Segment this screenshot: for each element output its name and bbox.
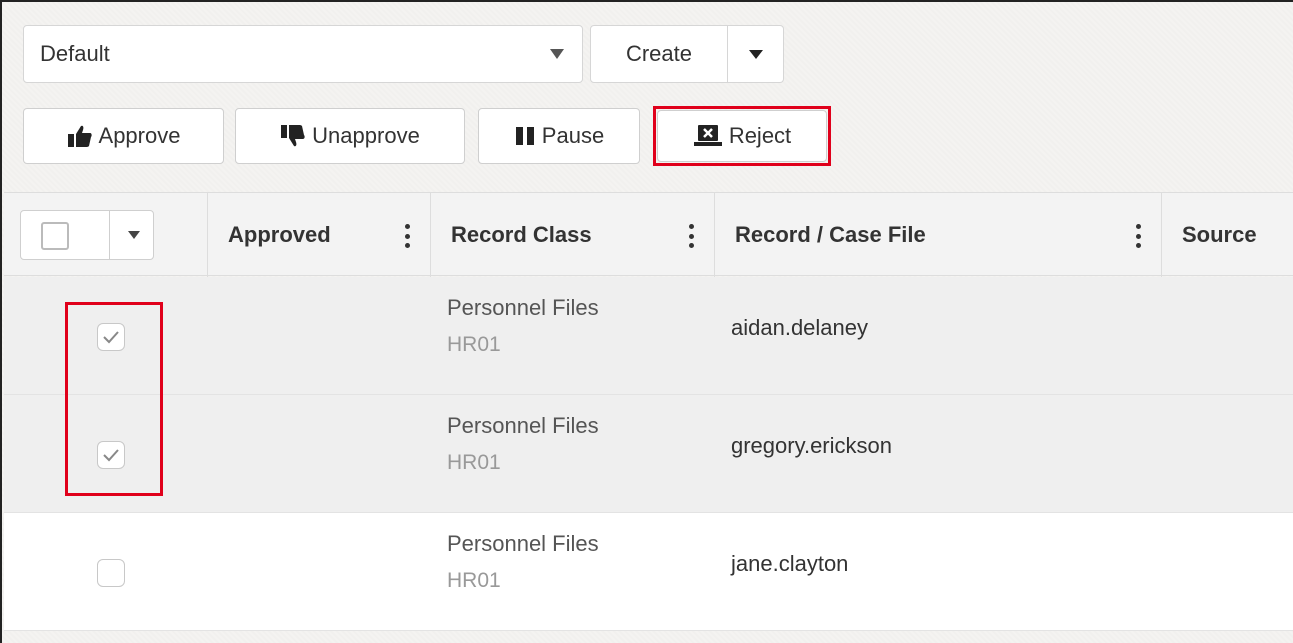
column-header-record-case-file[interactable]: Record / Case File bbox=[714, 193, 1161, 277]
records-table: Approved Record Class Record / Case File… bbox=[4, 192, 1293, 643]
caret-down-icon bbox=[550, 49, 564, 59]
column-header-source[interactable]: Source bbox=[1161, 193, 1293, 277]
column-menu-icon[interactable] bbox=[689, 224, 694, 248]
record-class-code: HR01 bbox=[447, 451, 501, 474]
pause-button[interactable]: Pause bbox=[478, 108, 640, 164]
table-header: Approved Record Class Record / Case File… bbox=[4, 192, 1293, 277]
column-header-label: Approved bbox=[228, 222, 331, 247]
reject-button[interactable]: Reject bbox=[657, 110, 827, 162]
create-dropdown-toggle[interactable] bbox=[728, 25, 784, 83]
view-select-value: Default bbox=[40, 41, 110, 66]
select-all-control[interactable] bbox=[20, 210, 154, 260]
column-header-record-class[interactable]: Record Class bbox=[430, 193, 714, 277]
column-header-approved[interactable]: Approved bbox=[207, 193, 430, 277]
record-class-name: Personnel Files bbox=[447, 413, 599, 438]
checkmark-icon bbox=[103, 449, 119, 462]
table-row[interactable]: Personnel Files HR01 jane.clayton bbox=[4, 513, 1293, 631]
row-checkbox[interactable] bbox=[97, 441, 125, 469]
unapprove-label: Unapprove bbox=[312, 123, 420, 148]
record-class-name: Personnel Files bbox=[447, 295, 599, 320]
approve-label: Approve bbox=[98, 123, 181, 148]
pause-icon bbox=[514, 125, 536, 147]
select-all-checkbox[interactable] bbox=[41, 222, 69, 250]
column-menu-icon[interactable] bbox=[1136, 224, 1141, 248]
column-menu-icon[interactable] bbox=[405, 224, 410, 248]
view-select[interactable]: Default bbox=[23, 25, 583, 83]
select-all-column bbox=[4, 193, 207, 277]
table-row[interactable]: Personnel Files HR01 gregory.erickson bbox=[4, 395, 1293, 513]
reject-icon bbox=[693, 124, 723, 148]
record-class-code: HR01 bbox=[447, 333, 501, 356]
caret-down-icon[interactable] bbox=[128, 231, 140, 239]
record-class-code: HR01 bbox=[447, 569, 501, 592]
column-header-label: Record / Case File bbox=[735, 222, 926, 247]
unapprove-button[interactable]: Unapprove bbox=[235, 108, 465, 164]
caret-down-icon bbox=[748, 49, 763, 59]
app-frame: Default Create Approve Unapprove Pause R… bbox=[0, 0, 1293, 643]
checkmark-icon bbox=[103, 331, 119, 344]
create-button[interactable]: Create bbox=[590, 25, 728, 83]
row-checkbox[interactable] bbox=[97, 323, 125, 351]
record-case-file[interactable]: aidan.delaney bbox=[731, 315, 868, 341]
reject-label: Reject bbox=[728, 123, 792, 148]
table-row[interactable]: Personnel Files HR01 aidan.delaney bbox=[4, 277, 1293, 395]
row-checkbox[interactable] bbox=[97, 559, 125, 587]
divider bbox=[109, 211, 110, 259]
record-case-file[interactable]: gregory.erickson bbox=[731, 433, 892, 459]
thumbs-down-icon bbox=[280, 124, 306, 148]
column-header-label: Source bbox=[1182, 222, 1257, 247]
record-case-file[interactable]: jane.clayton bbox=[731, 551, 848, 577]
thumbs-up-icon bbox=[67, 124, 93, 148]
pause-label: Pause bbox=[541, 123, 605, 148]
record-class-name: Personnel Files bbox=[447, 531, 599, 556]
create-button-group: Create bbox=[590, 25, 784, 83]
approve-button[interactable]: Approve bbox=[23, 108, 224, 164]
column-header-label: Record Class bbox=[451, 222, 592, 247]
